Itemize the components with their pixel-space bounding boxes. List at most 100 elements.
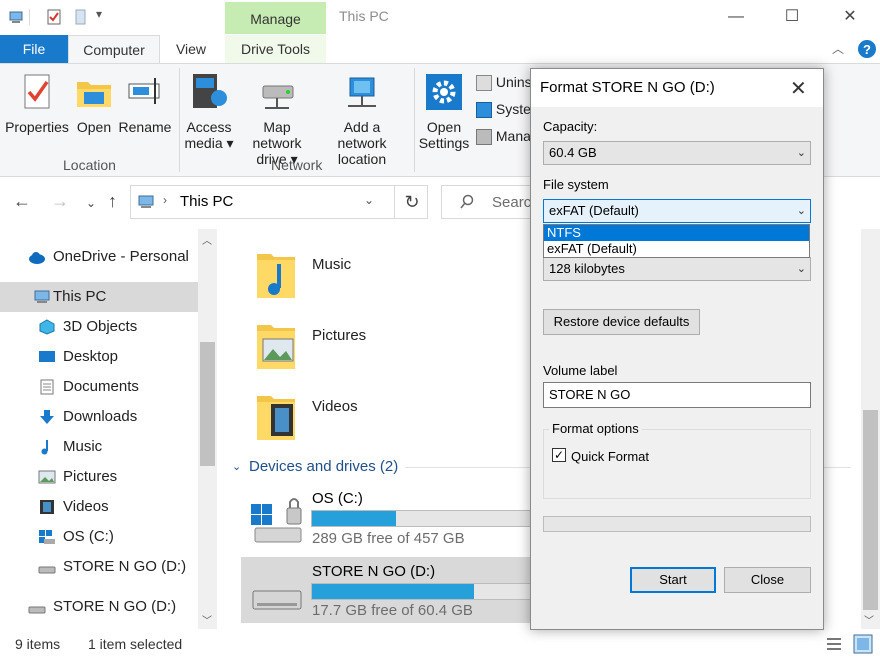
add-network-location-button[interactable]: Add a network location	[318, 72, 406, 167]
rename-button[interactable]: Rename	[118, 72, 172, 135]
capacity-select[interactable]: 60.4 GB ⌄	[543, 141, 811, 165]
access-media-button[interactable]: Access media ▾	[183, 72, 235, 151]
open-settings-button[interactable]: Open Settings	[418, 72, 470, 151]
nav-item-desktop[interactable]: Desktop	[38, 342, 118, 372]
quick-format-label[interactable]: Quick Format	[571, 449, 649, 464]
nav-item-downloads[interactable]: Downloads	[38, 402, 137, 432]
quick-format-checkbox[interactable]: ✓	[552, 448, 566, 462]
restore-defaults-button[interactable]: Restore device defaults	[543, 309, 700, 335]
folder-label: Music	[312, 256, 352, 273]
manage-tab[interactable]: Manage	[225, 2, 326, 34]
breadcrumb-chevron-icon[interactable]: ›	[163, 193, 167, 207]
nav-item-store-n-go[interactable]: STORE N GO (D:)	[38, 552, 186, 582]
open-settings-label: Open Settings	[418, 119, 470, 151]
drive-store-n-go[interactable]: STORE N GO (D:) 17.7 GB free of 60.4 GB	[241, 557, 541, 623]
allocation-unit-select[interactable]: 128 kilobytes ⌄	[543, 257, 811, 281]
nav-label: Documents	[63, 378, 139, 395]
volume-label-input[interactable]: STORE N GO	[543, 382, 811, 408]
up-arrow-icon[interactable]: ↑	[108, 191, 117, 212]
folder-open-icon	[77, 82, 111, 107]
film-icon	[40, 500, 54, 514]
computer-icon	[34, 290, 50, 303]
scroll-down-icon[interactable]: ﹀	[202, 612, 212, 627]
open-button[interactable]: Open	[72, 72, 116, 135]
scroll-down-icon[interactable]: ﹀	[864, 612, 874, 627]
group-collapse-icon[interactable]: ⌄	[232, 460, 241, 473]
nav-label: Pictures	[63, 468, 118, 485]
drive-usage-fill	[312, 584, 474, 599]
maximize-button[interactable]: ☐	[769, 0, 815, 34]
scroll-up-icon[interactable]: ︿	[202, 232, 212, 247]
nav-item-pictures[interactable]: Pictures	[38, 462, 117, 492]
nav-item-os-c[interactable]: OS (C:)	[38, 522, 114, 552]
drive-name: OS (C:)	[312, 490, 363, 507]
manage-button[interactable]: Mana	[476, 128, 531, 146]
nav-item-3d-objects[interactable]: 3D Objects	[38, 312, 137, 342]
tab-file[interactable]: File	[0, 35, 68, 63]
details-view-icon[interactable]	[826, 636, 842, 652]
address-dropdown-icon[interactable]: ⌄	[364, 193, 374, 207]
usb-drive-icon	[38, 566, 56, 574]
close-button[interactable]: ✕	[827, 0, 873, 34]
recent-locations-icon[interactable]: ⌄	[86, 196, 96, 210]
help-icon[interactable]: ?	[857, 39, 877, 59]
nav-item-store-n-go-root[interactable]: STORE N GO (D:)	[28, 592, 176, 622]
usb-drive-icon	[28, 606, 46, 614]
status-selection: 1 item selected	[88, 636, 183, 652]
map-network-drive-button[interactable]: Map network drive ▾	[237, 72, 317, 167]
chevron-down-icon: ⌄	[796, 147, 806, 159]
nav-item-music[interactable]: Music	[38, 432, 102, 462]
document-icon	[40, 379, 54, 395]
properties-icon[interactable]	[46, 9, 62, 25]
search-icon	[460, 194, 474, 209]
tab-computer[interactable]: Computer	[68, 35, 160, 63]
drive-name: STORE N GO (D:)	[312, 563, 436, 580]
nav-item-documents[interactable]: Documents	[38, 372, 139, 402]
chevron-down-icon: ⌄	[796, 205, 806, 217]
title-bar: ▾ Manage This PC — ☐ ✕	[0, 0, 880, 34]
nav-label: This PC	[53, 288, 107, 305]
file-system-select[interactable]: exFAT (Default) ⌄	[543, 199, 811, 223]
dialog-close-icon[interactable]: ✕	[790, 76, 807, 101]
open-label: Open	[76, 119, 112, 135]
dialog-close-button[interactable]: Close	[724, 567, 811, 593]
ribbon-collapse-icon[interactable]: ︿	[832, 40, 844, 57]
start-button[interactable]: Start	[630, 567, 716, 593]
uninstall-button[interactable]: Uninst	[476, 74, 536, 92]
nav-item-videos[interactable]: Videos	[38, 492, 109, 522]
minimize-button[interactable]: —	[713, 0, 759, 34]
music-note-icon	[41, 440, 48, 455]
volume-label-label: Volume label	[543, 363, 618, 378]
address-box[interactable]: › This PC ⌄	[130, 185, 428, 219]
music-folder-icon	[257, 254, 295, 298]
drive-os-c[interactable]: OS (C:) 289 GB free of 457 GB	[241, 484, 541, 550]
capacity-label: Capacity:	[543, 119, 598, 134]
drive-usage-bar	[311, 510, 541, 527]
dialog-title: Format STORE N GO (D:)	[540, 79, 715, 96]
computer-icon[interactable]	[8, 9, 24, 25]
forward-arrow-icon[interactable]: →	[51, 191, 69, 212]
nav-label: Desktop	[63, 348, 119, 365]
system-properties-button[interactable]: Syster	[476, 101, 536, 119]
refresh-icon[interactable]: ↻	[394, 185, 429, 219]
new-folder-icon[interactable]	[73, 9, 89, 25]
file-system-option-ntfs[interactable]: NTFS	[544, 225, 809, 241]
devices-drives-header[interactable]: Devices and drives (2)	[249, 458, 398, 475]
properties-button[interactable]: Properties	[4, 72, 70, 135]
nav-item-onedrive[interactable]: OneDrive - Personal	[28, 242, 189, 272]
nav-label: STORE N GO (D:)	[53, 598, 177, 615]
nav-item-this-pc[interactable]: This PC	[28, 282, 106, 312]
tab-drive-tools[interactable]: Drive Tools	[225, 35, 326, 63]
back-arrow-icon[interactable]: ←	[13, 191, 31, 212]
file-system-option-exfat[interactable]: exFAT (Default)	[544, 241, 809, 257]
large-icons-view-icon[interactable]	[853, 634, 873, 654]
search-input[interactable]: Search	[441, 185, 541, 219]
tab-view[interactable]: View	[165, 35, 217, 63]
nav-scrollbar-thumb[interactable]	[200, 342, 215, 466]
content-scrollbar-thumb[interactable]	[863, 410, 878, 610]
qat-dropdown-icon[interactable]: ▾	[96, 7, 102, 21]
system-icon	[476, 102, 492, 119]
status-bar: 9 items 1 item selected	[0, 630, 880, 657]
nav-label: 3D Objects	[63, 318, 138, 335]
breadcrumb-this-pc[interactable]: This PC	[180, 193, 233, 210]
